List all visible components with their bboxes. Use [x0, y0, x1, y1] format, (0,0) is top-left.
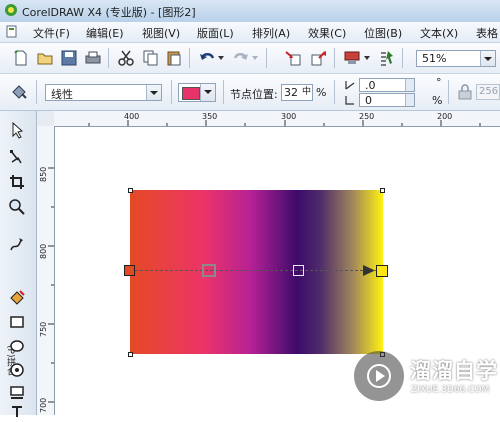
node-position-unit: %: [316, 86, 327, 99]
watermark-brand: 溜溜自学: [410, 359, 498, 383]
ruler-origin[interactable]: [37, 111, 55, 127]
edge-pad-unit: %: [432, 94, 443, 107]
text-tool-icon[interactable]: [8, 404, 26, 422]
document-icon[interactable]: [6, 25, 18, 38]
zoom-level-select[interactable]: 51%: [416, 50, 496, 67]
gradient-rectangle[interactable]: [130, 190, 383, 354]
menu-edit[interactable]: 编辑(E): [86, 25, 124, 41]
horizontal-ruler[interactable]: 400 350 300 250 200: [54, 111, 500, 127]
cut-icon[interactable]: [117, 49, 135, 67]
menu-layout[interactable]: 版面(L): [197, 25, 234, 41]
toolbox: (P)拼合: [0, 111, 37, 417]
edge-pad-value: 0: [365, 94, 372, 107]
launcher-dropdown-icon[interactable]: [364, 56, 370, 60]
interactive-fill-icon[interactable]: [10, 83, 28, 101]
smart-fill-tool-icon[interactable]: [8, 288, 26, 306]
title-bar: CorelDRAW X4 (专业版) - [图形2]: [0, 0, 500, 23]
menu-text[interactable]: 文本(X): [420, 25, 458, 41]
pick-tool-icon[interactable]: [8, 121, 26, 139]
gradient-end-node[interactable]: [376, 265, 388, 277]
menu-table[interactable]: 表格: [476, 25, 498, 41]
gradient-start-node[interactable]: [124, 265, 135, 276]
paste-icon[interactable]: [165, 49, 183, 67]
shape-tool-icon[interactable]: [8, 148, 26, 166]
polygon-tool-icon[interactable]: [8, 361, 26, 379]
gradient-midpoint-node-selected[interactable]: [202, 264, 216, 277]
menu-file[interactable]: 文件(F): [33, 25, 70, 41]
basic-shapes-tool-icon[interactable]: [8, 384, 26, 402]
fill-type-value: 线性: [51, 88, 73, 101]
undo-icon[interactable]: [198, 49, 216, 67]
angle-unit: °: [436, 76, 442, 89]
application-launcher-icon[interactable]: [343, 49, 361, 67]
vruler-ticks: [48, 167, 54, 403]
menu-arrange[interactable]: 排列(A): [252, 25, 290, 41]
coreldraw-app-icon: [5, 4, 17, 16]
freehand-tool-icon[interactable]: [8, 235, 26, 253]
vertical-ruler[interactable]: 850 800 750 700: [37, 126, 55, 415]
node-color-swatch: [182, 87, 200, 100]
rectangle-tool-icon[interactable]: [8, 313, 26, 331]
steps-input[interactable]: 256: [476, 84, 500, 100]
window-title: CorelDRAW X4 (专业版) - [图形2]: [22, 6, 196, 19]
edge-pad-icon: [345, 96, 354, 105]
new-document-icon[interactable]: [12, 49, 30, 67]
angle-icon: [345, 81, 355, 90]
open-folder-icon[interactable]: [36, 49, 54, 67]
zoom-level-value: 51%: [422, 52, 447, 65]
menu-bitmaps[interactable]: 位图(B): [364, 25, 402, 41]
node-color-picker[interactable]: [178, 83, 216, 102]
steps-lock-icon[interactable]: [456, 83, 474, 101]
gradient-arrow-icon: [363, 265, 375, 276]
copy-icon[interactable]: [141, 49, 159, 67]
zoom-dropdown-icon[interactable]: [480, 51, 495, 66]
angle-input[interactable]: .0: [359, 78, 415, 92]
crop-tool-icon[interactable]: [8, 173, 26, 191]
angle-value: .0: [365, 79, 376, 92]
print-icon[interactable]: [84, 49, 102, 67]
play-logo-icon: [367, 364, 391, 388]
welcome-screen-icon[interactable]: [378, 49, 396, 67]
undo-dropdown-icon[interactable]: [218, 56, 224, 60]
import-icon[interactable]: [284, 49, 302, 67]
hruler-ticks: [88, 120, 481, 126]
fill-type-dropdown-icon[interactable]: [146, 85, 161, 100]
menu-bar: 文件(F) 编辑(E) 视图(V) 版面(L) 排列(A) 效果(C) 位图(B…: [0, 22, 500, 43]
watermark-url: ZIXUE.3D66.COM: [411, 385, 490, 395]
node-position-input[interactable]: 32 中: [281, 84, 313, 101]
gradient-vector-line[interactable]: [130, 270, 383, 272]
selection-handle[interactable]: [128, 352, 133, 357]
node-color-dropdown-icon[interactable]: [200, 84, 215, 101]
redo-icon[interactable]: [232, 49, 250, 67]
watermark-logo: [354, 351, 404, 401]
property-bar: 线性 节点位置: 32 中 % .0 ° 0 % 256: [0, 74, 500, 111]
zoom-tool-icon[interactable]: [8, 198, 26, 216]
redo-dropdown-icon[interactable]: [252, 56, 258, 60]
steps-value: 256: [479, 86, 499, 97]
edge-pad-spinner-icon[interactable]: [405, 94, 414, 106]
menu-view[interactable]: 视图(V): [142, 25, 180, 41]
standard-toolbar: 51%: [0, 43, 500, 74]
watermark: 溜溜自学 ZIXUE.3D66.COM: [354, 351, 500, 409]
node-position-label: 节点位置:: [230, 88, 278, 101]
gradient-midpoint-node[interactable]: [293, 265, 304, 276]
node-position-value: 32: [284, 86, 298, 99]
ellipse-tool-icon[interactable]: [8, 337, 26, 355]
selection-handle[interactable]: [128, 188, 133, 193]
node-position-spinner-icon[interactable]: 中: [302, 86, 311, 99]
angle-spinner-icon[interactable]: [405, 79, 414, 91]
export-icon[interactable]: [310, 49, 328, 67]
menu-effects[interactable]: 效果(C): [308, 25, 346, 41]
save-icon[interactable]: [60, 49, 78, 67]
edge-pad-input[interactable]: 0: [359, 93, 415, 107]
fill-type-select[interactable]: 线性: [45, 84, 162, 101]
selection-handle[interactable]: [380, 188, 385, 193]
